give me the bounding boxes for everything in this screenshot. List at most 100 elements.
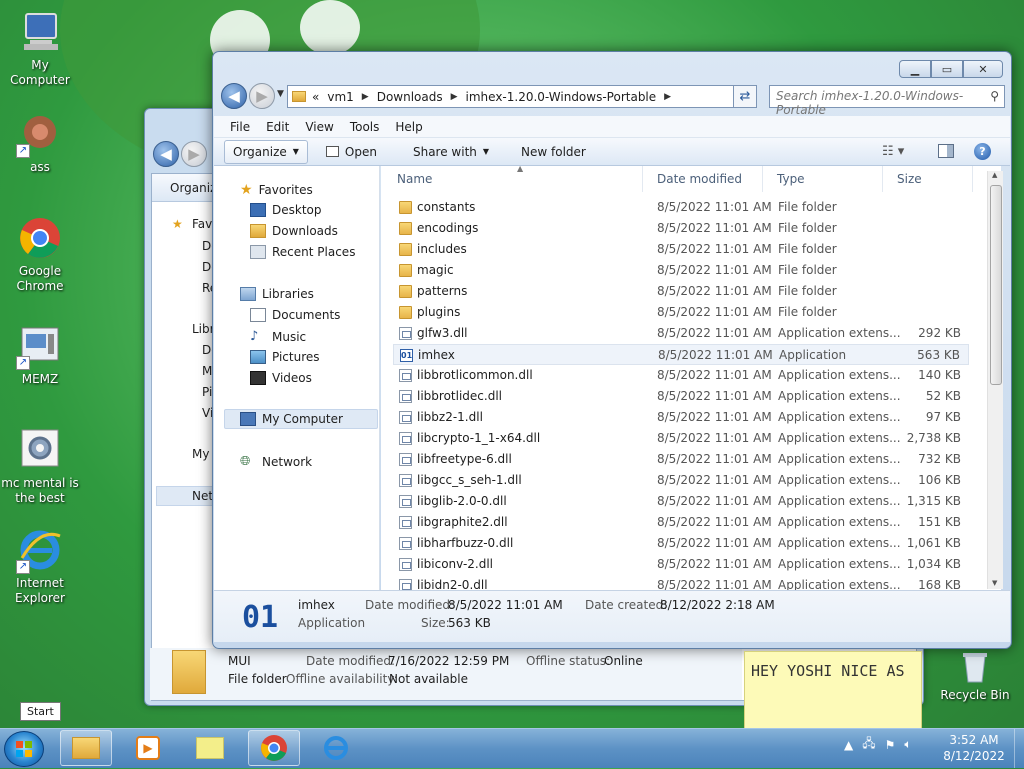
vertical-scrollbar[interactable]: ▲ ▼ [987,171,1003,589]
taskbar-explorer-button[interactable] [60,730,112,766]
file-row[interactable]: plugins 8/5/2022 11:01 AM File folder [393,302,969,323]
folder-icon [399,243,412,256]
nav-downloads[interactable]: Downloads [250,224,338,238]
column-header-name[interactable]: Name [381,166,643,192]
file-row[interactable]: libbz2-1.dll 8/5/2022 11:01 AM Application… [393,407,969,428]
explorer-window[interactable]: ▁ ▭ ✕ ◀ ▶ ▼ « vm1 ▶ Downloads ▶ imhex-1.… [212,51,1012,649]
breadcrumb-arrow-icon[interactable]: ▶ [664,92,671,102]
network-status-icon[interactable]: 🖧︎ [862,734,875,755]
taskbar-ie-button[interactable] [310,730,362,766]
desktop-icon-ie[interactable]: ↗ Internet Explorer [0,528,80,606]
breadcrumb-vm1[interactable]: vm1 [327,90,353,104]
taskbar-media-player-button[interactable]: ▶ [122,730,174,766]
column-header-date[interactable]: Date modified [643,166,763,192]
search-input[interactable]: Search imhex-1.20.0-Windows-Portable ⚲ [769,85,1005,117]
search-icon[interactable]: ⚲ [990,89,999,103]
desktop-icon-chrome[interactable]: Google Chrome [0,216,80,294]
menu-file[interactable]: File [230,120,250,134]
file-row[interactable]: patterns 8/5/2022 11:01 AM File folder [393,281,969,302]
desktop-icon-ass[interactable]: ↗ ass [0,112,80,175]
forward-button[interactable]: ▶ [249,83,275,109]
nav-videos[interactable]: Videos [250,371,312,385]
desktop-icon-recycle-bin[interactable]: Recycle Bin [935,648,1015,703]
file-row[interactable]: includes 8/5/2022 11:01 AM File folder [393,239,969,260]
nav-desktop[interactable]: Desktop [250,203,322,217]
nav-music[interactable]: M [202,364,212,378]
address-bar[interactable]: « vm1 ▶ Downloads ▶ imhex-1.20.0-Windows… [287,85,755,108]
volume-icon[interactable]: 🔈︎ [904,737,911,752]
refresh-button[interactable]: ⇄ [733,85,757,108]
nav-favorites[interactable]: ★ Favorites [240,182,313,198]
nav-recent-places[interactable]: Recent Places [250,245,355,259]
close-button[interactable]: ✕ [963,60,1003,78]
new-folder-button[interactable]: New folder [513,141,594,163]
menu-view[interactable]: View [305,120,333,134]
scroll-up-icon[interactable]: ▲ [992,171,997,179]
view-options-icon[interactable]: ☷ ▾ [882,144,904,159]
nav-documents[interactable]: Documents [250,308,340,322]
file-row[interactable]: libbrotlicommon.dll 8/5/2022 11:01 AM Appl… [393,365,969,386]
file-row[interactable]: libgraphite2.dll 8/5/2022 11:01 AM Applica… [393,512,969,533]
share-with-button[interactable]: Share with ▼ [405,141,497,163]
show-hidden-icons-icon[interactable]: ▲ [844,738,853,752]
action-center-flag-icon[interactable]: ⚑ [885,738,896,752]
maximize-button[interactable]: ▭ [931,60,963,78]
nav-network[interactable]: Net [192,489,213,503]
nav-pictures[interactable]: Pi [202,385,212,399]
desktop-icon-memz[interactable]: ↗ MEMZ [0,324,80,387]
open-label: Open [344,144,377,159]
scrollbar-thumb[interactable] [990,185,1002,385]
file-row[interactable]: 01 imhex 8/5/2022 11:01 AM Application 563 K… [393,344,969,365]
nav-my-computer[interactable]: My Computer [240,412,343,426]
address-overflow[interactable]: « [312,90,319,104]
back-button[interactable]: ◀ [153,141,179,167]
nav-libraries[interactable]: Libraries [240,287,314,301]
column-header-type[interactable]: Type [763,166,883,192]
forward-button[interactable]: ▶ [181,141,207,167]
taskbar-clock[interactable]: 3:52 AM 8/12/2022 [938,732,1010,764]
desktop-icon-mc-mental[interactable]: mc mental is the best [0,428,80,506]
menu-help[interactable]: Help [395,120,422,134]
file-row[interactable]: libharfbuzz-0.dll 8/5/2022 11:01 AM Applic… [393,533,969,554]
minimize-button[interactable]: ▁ [899,60,931,78]
column-header-size[interactable]: Size [883,166,973,192]
nav-computer[interactable]: My [192,447,209,461]
star-icon: ★ [172,217,183,231]
desktop-icon [250,203,266,217]
scroll-down-icon[interactable]: ▼ [992,579,997,587]
menu-tools[interactable]: Tools [350,120,380,134]
help-icon[interactable]: ? [974,143,991,160]
organize-button[interactable]: Organize ▼ [224,139,308,164]
nav-network[interactable]: 🌐︎ Network [240,454,312,469]
file-row[interactable]: libfreetype-6.dll 8/5/2022 11:01 AM Applic… [393,449,969,470]
open-button[interactable]: Open [318,141,385,163]
file-row[interactable]: constants 8/5/2022 11:01 AM File folder [393,197,969,218]
file-row[interactable]: libglib-2.0-0.dll 8/5/2022 11:01 AM Applic… [393,491,969,512]
show-desktop-button[interactable] [1014,729,1024,768]
nav-music[interactable]: ♪ Music [250,329,306,344]
file-row[interactable]: libiconv-2.dll 8/5/2022 11:01 AM Applicati… [393,554,969,575]
file-row[interactable]: libidn2-0.dll 8/5/2022 11:01 AM Applicatio… [393,575,969,590]
recent-pages-dropdown-icon[interactable]: ▼ [277,89,284,99]
sticky-note[interactable]: HEY YOSHI NICE AS [744,651,922,729]
breadcrumb-arrow-icon[interactable]: ▶ [451,92,458,102]
file-row[interactable]: libgcc_s_seh-1.dll 8/5/2022 11:01 AM Appli… [393,470,969,491]
breadcrumb-imhex-folder[interactable]: imhex-1.20.0-Windows-Portable [466,90,657,104]
desktop-icon-my-computer[interactable]: My Computer [0,10,80,88]
menu-edit[interactable]: Edit [266,120,289,134]
preview-pane-icon[interactable] [938,144,954,158]
file-row[interactable]: glfw3.dll 8/5/2022 11:01 AM Application ex… [393,323,969,344]
taskbar-sticky-notes-button[interactable] [184,730,236,766]
file-row[interactable]: magic 8/5/2022 11:01 AM File folder [393,260,969,281]
breadcrumb-arrow-icon[interactable]: ▶ [362,92,369,102]
file-row[interactable]: libbrotlidec.dll 8/5/2022 11:01 AM Applica… [393,386,969,407]
file-row[interactable]: encodings 8/5/2022 11:01 AM File folder [393,218,969,239]
start-button[interactable] [4,731,44,767]
file-type: Application extens... [778,536,901,550]
back-button[interactable]: ◀ [221,83,247,109]
breadcrumb-downloads[interactable]: Downloads [377,90,443,104]
nav-pictures[interactable]: Pictures [250,350,320,364]
taskbar-chrome-button[interactable] [248,730,300,766]
file-row[interactable]: libcrypto-1_1-x64.dll 8/5/2022 11:01 AM Ap… [393,428,969,449]
sticky-note-text[interactable]: HEY YOSHI NICE AS [751,662,905,680]
